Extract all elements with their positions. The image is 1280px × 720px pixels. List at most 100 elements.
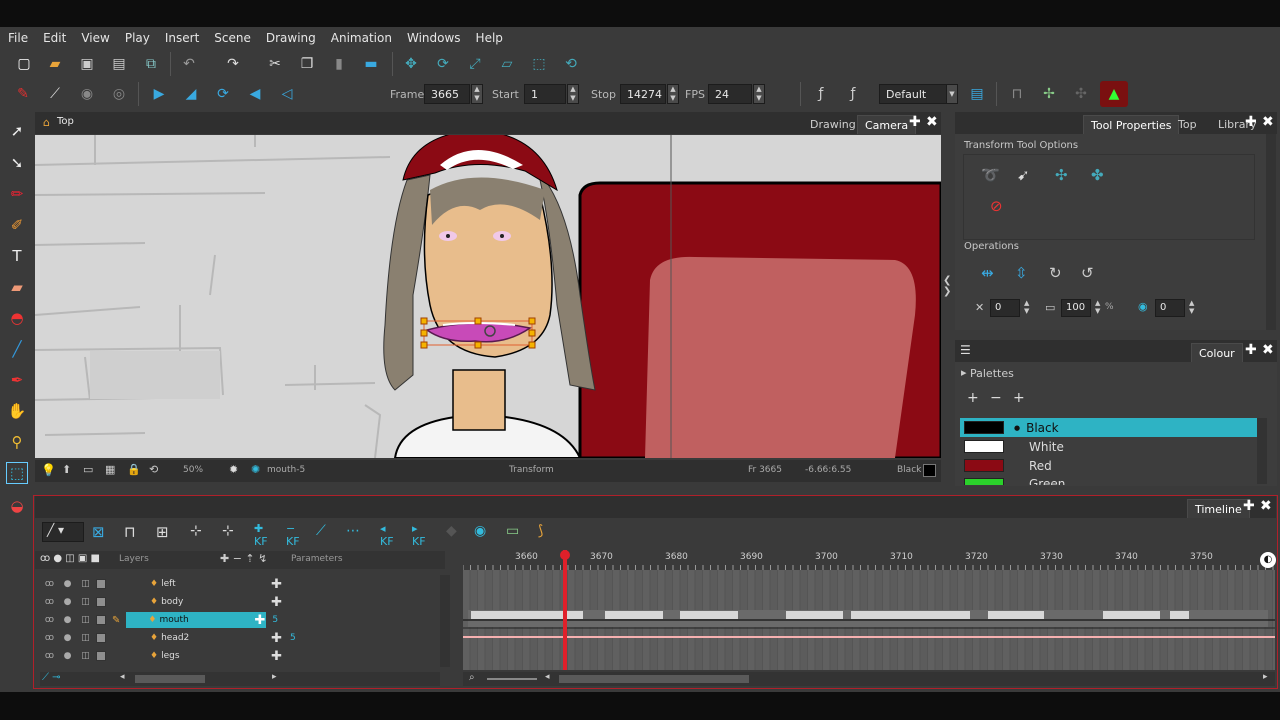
menu-windows[interactable]: Windows <box>407 31 461 45</box>
fps-field[interactable]: 24 <box>708 84 752 104</box>
tab-camera[interactable]: Camera <box>857 115 917 134</box>
skew-icon[interactable]: ▱ <box>496 53 518 75</box>
select-pointer-icon[interactable]: ➹ <box>1017 166 1030 184</box>
stop-motion-icon[interactable]: ⋯ <box>346 523 360 539</box>
peg-select-icon[interactable]: ✣ <box>1055 166 1068 184</box>
lock-layer-icon[interactable]: ◫ <box>79 579 92 590</box>
add-peg-icon[interactable]: ⊓ <box>124 523 136 541</box>
offset-field[interactable]: 0 <box>1155 299 1185 317</box>
copy-icon[interactable]: ❐ <box>296 53 318 75</box>
current-colour-swatch[interactable] <box>923 464 936 477</box>
menu-view[interactable]: View <box>81 31 109 45</box>
film-strip-icon[interactable]: ▭ <box>506 523 519 539</box>
add-layer-icon[interactable]: ⊞ <box>156 523 169 541</box>
play-selection-icon[interactable]: ◢ <box>180 83 202 105</box>
solo-icon[interactable]: ● <box>61 579 74 590</box>
solo-icon[interactable]: ● <box>61 633 74 644</box>
frame-field[interactable]: 3665 <box>424 84 470 104</box>
visibility-icon[interactable]: ꝏ <box>43 597 56 608</box>
layer-name[interactable]: legs <box>161 651 271 661</box>
workspace-select[interactable]: Default <box>879 84 947 104</box>
redo-icon[interactable]: ↷ <box>222 53 244 75</box>
bone-icon[interactable]: ✢ <box>1038 83 1060 105</box>
fps-spinner[interactable]: ▲ ▼ <box>753 84 765 104</box>
timeline-scroll-left-icon[interactable]: ◂ <box>545 672 550 682</box>
brush-toolbar-icon[interactable]: ⟋ <box>44 83 66 105</box>
gamepad-icon[interactable]: ◉ <box>76 83 98 105</box>
bounding-box-icon[interactable]: ⊘ <box>990 197 1003 215</box>
add-colour-icon[interactable]: + <box>967 390 979 406</box>
add-panel-icon[interactable]: ✚ <box>1243 498 1255 514</box>
panel-collapse-arrows[interactable]: ❮ ❯ <box>943 275 953 315</box>
layer-name[interactable]: head2 <box>161 633 271 643</box>
enable-all-icon[interactable]: ꝏ ● ◫ ▣ ■ <box>40 553 100 564</box>
add-keyframe-icon[interactable]: ✚ KF <box>254 522 268 548</box>
save-as-icon[interactable]: ▤ <box>108 53 130 75</box>
expand-layer-icon[interactable]: ✚ <box>254 613 265 628</box>
timeline-zoom-slider[interactable] <box>487 678 537 680</box>
tool-properties-scrollbar[interactable] <box>1266 134 1276 330</box>
tab-timeline[interactable]: Timeline <box>1187 499 1250 518</box>
film-icon[interactable]: ▬ <box>360 53 382 75</box>
swatch-green[interactable]: Green <box>960 475 1257 485</box>
save-icon[interactable]: ▣ <box>76 53 98 75</box>
colour-menu-icon[interactable]: ☰ <box>960 343 971 357</box>
menu-animation[interactable]: Animation <box>331 31 392 45</box>
layer-colour-box[interactable] <box>96 615 106 625</box>
visibility-icon[interactable]: ꝏ <box>43 633 56 644</box>
palettes-expand-icon[interactable]: ▸ <box>961 366 967 379</box>
move-icon[interactable]: ✥ <box>400 53 422 75</box>
frame-spinner[interactable]: ▲ ▼ <box>471 84 483 104</box>
expand-layer-icon[interactable]: ✚ <box>271 595 282 610</box>
tab-tool-properties[interactable]: Tool Properties <box>1083 115 1180 134</box>
stop-field[interactable]: 14274 <box>620 84 666 104</box>
camera-canvas[interactable] <box>35 135 941 458</box>
grid-icon[interactable]: ▦ <box>105 463 115 476</box>
pencil-line-select[interactable]: ╱ ▾ <box>42 522 84 542</box>
onion-skin-icon[interactable]: ◉ <box>474 523 486 539</box>
menu-insert[interactable]: Insert <box>165 31 199 45</box>
layer-colour-box[interactable] <box>96 579 106 589</box>
menu-help[interactable]: Help <box>476 31 503 45</box>
reset-view-icon[interactable]: ⟲ <box>149 463 158 476</box>
kinematic-icon[interactable]: ✣ <box>1070 83 1092 105</box>
workspace-manager-icon[interactable]: ▤ <box>966 83 988 105</box>
contour-editor-icon[interactable]: ➘ <box>6 152 28 174</box>
settings-icon[interactable]: ✹ <box>229 463 238 476</box>
delete-keyframe-icon[interactable]: − KF <box>286 522 300 548</box>
rigging-icon[interactable]: ⚲ <box>6 431 28 453</box>
sound-icon[interactable]: ◀ <box>244 83 266 105</box>
transform-box-icon[interactable]: ⬚ <box>528 53 550 75</box>
mute-icon[interactable]: ◁ <box>276 83 298 105</box>
eraser-icon[interactable]: ▰ <box>6 276 28 298</box>
layers-scrollbar[interactable] <box>440 575 450 667</box>
peg-icon[interactable]: ⬆ <box>62 463 71 476</box>
lock-layer-icon[interactable]: ◫ <box>79 597 92 608</box>
angle-field[interactable]: 0 <box>990 299 1020 317</box>
select-arrow-icon[interactable]: ➚ <box>6 120 28 142</box>
home-icon[interactable]: ⌂ <box>43 116 50 129</box>
timeline-scroll-bar[interactable]: ⌕ ◂ ▸ <box>463 672 1275 686</box>
menu-edit[interactable]: Edit <box>43 31 66 45</box>
scene-settings-icon[interactable]: ⧉ <box>140 53 162 75</box>
next-keyframe-icon[interactable]: ▸ KF <box>412 522 426 548</box>
tab-top[interactable]: Top <box>1171 115 1204 134</box>
brush-icon[interactable]: ✏ <box>6 183 28 205</box>
rotate-icon[interactable]: ⟳ <box>432 53 454 75</box>
layers-bottom-bar[interactable]: ⟋ ⊸ ◂ ▸ <box>40 672 440 686</box>
layer-row[interactable]: ꝏ ● ◫ ♦ legs ✚ <box>38 647 440 665</box>
menu-file[interactable]: File <box>8 31 28 45</box>
breadcrumb[interactable]: Top <box>57 116 74 127</box>
palette-scrollbar[interactable] <box>1257 418 1267 484</box>
angle-spinner[interactable]: ▲ ▼ <box>1024 299 1029 315</box>
layer-row[interactable]: ꝏ ● ◫ ♦ head2 ✚ 5 <box>38 629 440 647</box>
layers-h-scroll-thumb[interactable] <box>135 675 205 683</box>
hand-icon[interactable]: ✋ <box>6 400 28 422</box>
paint-icon[interactable]: ◓ <box>6 307 28 329</box>
timeline-scroll-right-icon[interactable]: ▸ <box>1263 672 1268 682</box>
close-panel-icon[interactable]: ✖ <box>1262 342 1274 358</box>
solo-icon[interactable]: ● <box>61 651 74 662</box>
visibility-icon[interactable]: ꝏ <box>43 651 56 662</box>
ease-icon[interactable]: ⟆ <box>538 523 543 539</box>
frame-icon[interactable]: ▭ <box>83 463 93 476</box>
